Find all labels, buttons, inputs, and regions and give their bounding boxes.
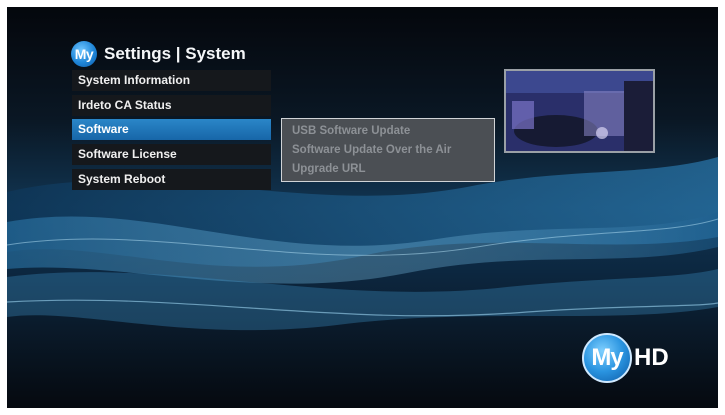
settings-menu: System Information Irdeto CA Status Soft…	[72, 70, 271, 193]
page-title: Settings | System	[104, 44, 246, 63]
submenu-item-upgrade-url[interactable]: Upgrade URL	[282, 160, 494, 179]
tv-screen: My Settings | System System Information …	[7, 7, 718, 408]
menu-item-system-reboot[interactable]: System Reboot	[72, 168, 271, 190]
submenu-item-usb-software-update[interactable]: USB Software Update	[282, 122, 494, 141]
preview-image	[506, 71, 653, 151]
myhd-logo-circle: My	[582, 333, 632, 383]
video-preview	[504, 69, 655, 153]
software-submenu: USB Software Update Software Update Over…	[281, 118, 495, 182]
menu-item-software-license[interactable]: Software License	[72, 144, 271, 166]
submenu-item-software-update-ota[interactable]: Software Update Over the Air	[282, 141, 494, 160]
myhd-logo-text: HD	[634, 344, 669, 371]
page-header: My Settings | System	[71, 41, 246, 67]
myhd-logo: My HD	[582, 333, 669, 383]
menu-item-software[interactable]: Software	[72, 119, 271, 141]
menu-item-irdeto-ca-status[interactable]: Irdeto CA Status	[72, 94, 271, 116]
my-logo-icon: My	[71, 41, 97, 67]
menu-item-system-information[interactable]: System Information	[72, 70, 271, 91]
